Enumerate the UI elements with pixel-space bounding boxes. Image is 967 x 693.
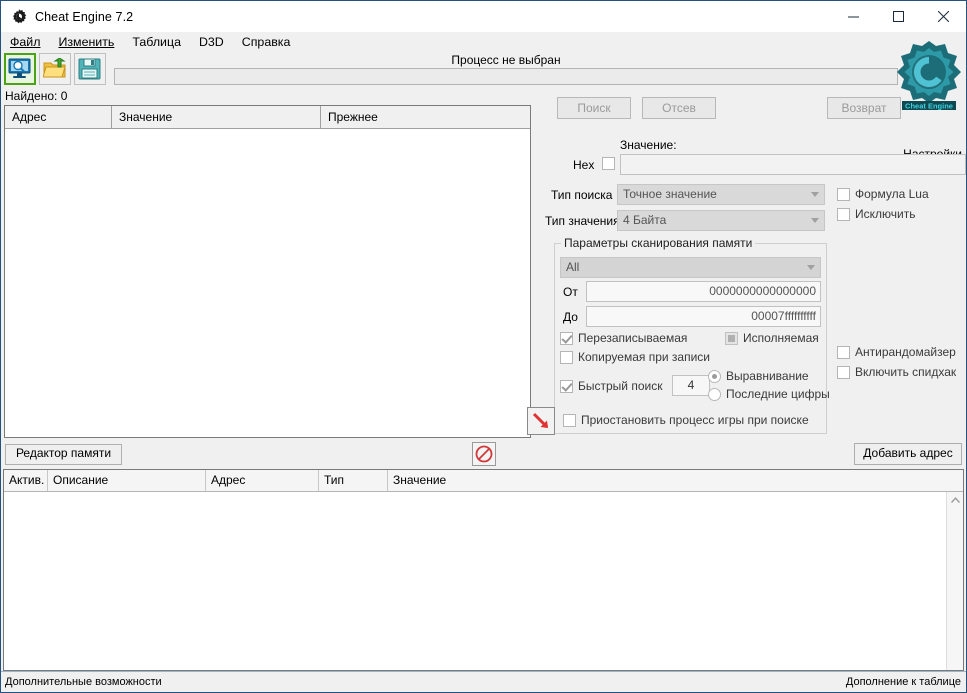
speedhack-checkbox[interactable] [837, 366, 850, 379]
title-bar: Cheat Engine 7.2 [1, 1, 966, 32]
value-type-dropdown[interactable]: 4 Байта [617, 210, 825, 231]
region-type-dropdown[interactable]: All [560, 257, 821, 278]
process-area: Процесс не выбран [114, 53, 898, 85]
cheat-engine-icon [10, 8, 28, 26]
copyonwrite-label: Копируемая при записи [578, 350, 710, 364]
menu-item-help[interactable]: Справка [242, 34, 300, 50]
column-header-address[interactable]: Адрес [206, 470, 319, 491]
lua-formula-checkbox[interactable] [837, 188, 850, 201]
middle-toolbar: Редактор памяти Добавить адрес [1, 440, 966, 466]
chevron-down-icon [811, 218, 819, 223]
menu-item-file[interactable]: Файл [10, 34, 49, 50]
process-label: Процесс не выбран [451, 53, 561, 67]
antirandomizer-label: Антирандомайзер [855, 345, 956, 359]
chevron-down-icon [811, 192, 819, 197]
antirandomizer-checkbox[interactable] [837, 346, 850, 359]
status-right-text[interactable]: Дополнение к таблице [846, 676, 966, 688]
column-header-value[interactable]: Значение [112, 106, 321, 128]
prohibition-icon[interactable] [472, 442, 496, 466]
next-scan-button[interactable]: Отсев [642, 97, 716, 119]
value-type-value: 4 Байта [623, 213, 667, 227]
close-button[interactable] [921, 1, 966, 32]
writable-label: Перезаписываемая [578, 331, 688, 345]
region-type-value: All [566, 260, 580, 274]
progress-bar [114, 68, 898, 85]
status-separator [1, 671, 966, 672]
column-header-address[interactable]: Адрес [5, 106, 112, 128]
toolbar: Процесс не выбран [1, 51, 966, 89]
hex-checkbox[interactable] [602, 157, 615, 170]
not-checkbox[interactable] [837, 208, 850, 221]
fastscan-value-input[interactable]: 4 [672, 375, 710, 396]
address-list-scrollbar[interactable] [946, 492, 963, 670]
window-title: Cheat Engine 7.2 [35, 9, 134, 24]
save-file-button[interactable] [74, 53, 106, 85]
window-controls [831, 1, 966, 32]
memory-editor-button[interactable]: Редактор памяти [5, 444, 122, 465]
open-file-button[interactable] [39, 53, 71, 85]
column-header-type[interactable]: Тип [319, 470, 388, 491]
alignment-label: Выравнивание [726, 369, 809, 383]
status-left-text[interactable]: Дополнительные возможности [1, 676, 162, 688]
scan-type-label: Тип поиска [551, 188, 613, 202]
from-label: От [563, 285, 578, 299]
not-label: Исключить [855, 207, 916, 221]
fastscan-label: Быстрый поиск [578, 379, 663, 393]
cheat-engine-window: Cheat Engine 7.2 Файл Изменить Таблица D… [0, 0, 967, 693]
writable-checkbox[interactable] [560, 332, 573, 345]
address-list-body[interactable] [4, 492, 963, 670]
to-label: До [563, 310, 578, 324]
undo-scan-button[interactable]: Возврат [827, 97, 901, 119]
address-list-table[interactable]: Актив. Описание Адрес Тип Значение [3, 469, 964, 671]
copyonwrite-checkbox[interactable] [560, 351, 573, 364]
scan-type-dropdown[interactable]: Точное значение [617, 184, 825, 205]
stop-address-input[interactable]: 00007ffffffffff [586, 306, 821, 327]
executable-checkbox[interactable] [725, 332, 738, 345]
menu-item-edit[interactable]: Изменить [58, 34, 123, 50]
menu-item-d3d[interactable]: D3D [199, 34, 233, 50]
scan-results-header: Адрес Значение Прежнее [5, 106, 530, 129]
value-input[interactable] [620, 154, 966, 175]
lastdigits-radio[interactable] [708, 388, 721, 401]
maximize-button[interactable] [876, 1, 921, 32]
column-header-previous[interactable]: Прежнее [321, 106, 530, 128]
scroll-up-icon[interactable] [947, 492, 964, 509]
menu-bar: Файл Изменить Таблица D3D Справка [1, 32, 966, 51]
lua-formula-label: Формула Lua [855, 187, 929, 201]
column-header-value[interactable]: Значение [388, 470, 963, 491]
fastscan-checkbox[interactable] [560, 380, 573, 393]
value-type-label: Тип значения [545, 214, 620, 228]
chevron-down-icon [807, 265, 815, 270]
column-header-description[interactable]: Описание [48, 470, 206, 491]
address-list-header: Актив. Описание Адрес Тип Значение [4, 470, 963, 492]
status-bar: Дополнительные возможности Дополнение к … [1, 671, 966, 692]
executable-label: Исполняемая [743, 331, 819, 345]
address-list-container: Актив. Описание Адрес Тип Значение [1, 469, 966, 671]
add-address-button[interactable]: Добавить адрес [854, 443, 962, 465]
scan-results-list[interactable]: Адрес Значение Прежнее [4, 105, 531, 438]
scan-results-body[interactable] [5, 129, 530, 437]
hex-label: Hex [573, 158, 595, 172]
alignment-radio[interactable] [708, 370, 721, 383]
minimize-button[interactable] [831, 1, 876, 32]
open-process-button[interactable] [4, 53, 36, 85]
value-label: Значение: [620, 138, 677, 152]
red-arrow-icon[interactable] [527, 407, 555, 435]
menu-item-table[interactable]: Таблица [132, 34, 190, 50]
pause-game-checkbox[interactable] [563, 414, 576, 427]
start-address-input[interactable]: 0000000000000000 [586, 281, 821, 302]
memory-scan-options-title: Параметры сканирования памяти [561, 236, 756, 250]
pause-game-label: Приостановить процесс игры при поиске [581, 413, 809, 427]
lastdigits-label: Последние цифры [726, 387, 830, 401]
speedhack-label: Включить спидхак [855, 365, 957, 379]
first-scan-button[interactable]: Поиск [557, 97, 631, 119]
scan-type-value: Точное значение [623, 187, 717, 201]
column-header-active[interactable]: Актив. [4, 470, 48, 491]
main-body: Адрес Значение Прежнее Поиск Отсев Возвр… [1, 89, 966, 671]
